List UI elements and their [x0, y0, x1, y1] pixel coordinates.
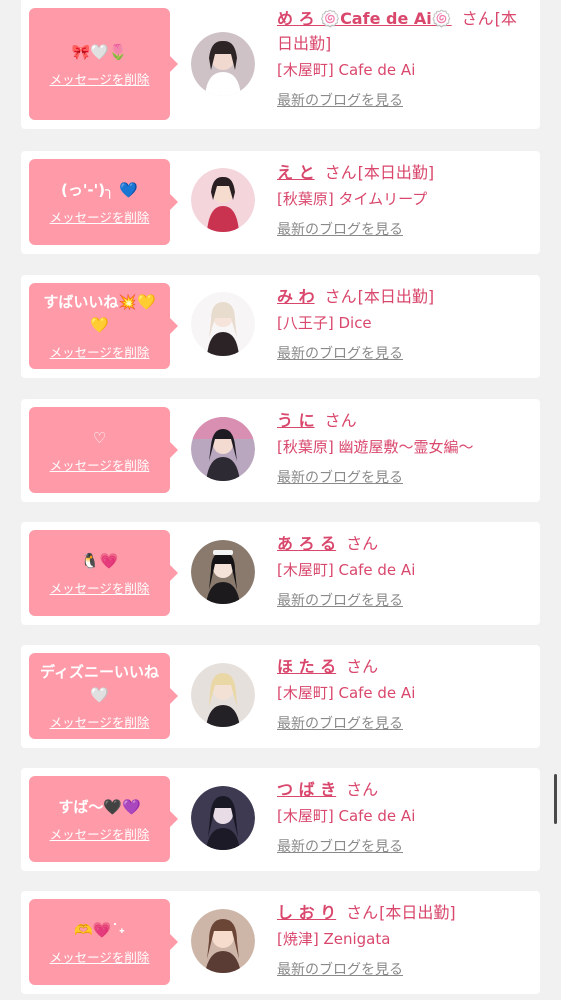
avatar[interactable] [191, 663, 255, 727]
latest-blog-link[interactable]: 最新のブログを見る [277, 836, 532, 856]
message-bubble: 🐧💗 メッセージを削除 [29, 530, 178, 616]
latest-blog-link[interactable]: 最新のブログを見る [277, 467, 532, 487]
delete-message-link[interactable]: メッセージを削除 [50, 342, 150, 361]
cast-name-link[interactable]: め ろ 🍥Cafe de Ai🍥 [277, 9, 452, 28]
shop-place: [木屋町] Cafe de Ai [277, 807, 416, 825]
shop-place: [木屋町] Cafe de Ai [277, 61, 416, 79]
shop-place: [焼津] Zenigata [277, 930, 391, 948]
favorite-card: 🎀🤍🌷 メッセージを削除 め ろ 🍥Cafe de Ai🍥 さん[本日出勤] [木… [21, 0, 540, 129]
favorite-card: すば〜🖤💜 メッセージを削除 つ ば きさん [木屋町] Cafe de Ai … [21, 768, 540, 871]
favorite-card: ディズニーいいね🤍 メッセージを削除 ほ た るさん [木屋町] Cafe de… [21, 645, 540, 748]
latest-blog-link[interactable]: 最新のブログを見る [277, 219, 532, 239]
message-bubble: (っ'-')╮ 💙 メッセージを削除 [29, 159, 178, 245]
latest-blog-link[interactable]: 最新のブログを見る [277, 590, 532, 610]
message-bubble: 🫶💗˙˖ メッセージを削除 [29, 899, 178, 985]
honorific: さん [346, 780, 379, 799]
status-text: [本日出勤] [357, 287, 435, 306]
cast-name-link[interactable]: し お り [277, 903, 336, 922]
message-text: ディズニーいいね🤍 [40, 663, 159, 704]
shop-place: [秋葉原] 幽遊屋敷〜霊女編〜 [277, 438, 474, 456]
delete-message-link[interactable]: メッセージを削除 [50, 712, 150, 731]
latest-blog-link[interactable]: 最新のブログを見る [277, 713, 532, 733]
message-text: 🐧💗 [80, 551, 119, 570]
cast-name-link[interactable]: え と [277, 163, 315, 182]
delete-message-link[interactable]: メッセージを削除 [50, 824, 150, 843]
delete-message-link[interactable]: メッセージを削除 [50, 207, 150, 226]
cast-name-link[interactable]: み わ [277, 287, 315, 306]
latest-blog-link[interactable]: 最新のブログを見る [277, 343, 532, 363]
shop-place: [木屋町] Cafe de Ai [277, 561, 416, 579]
delete-message-link[interactable]: メッセージを削除 [50, 455, 150, 474]
avatar[interactable] [191, 786, 255, 850]
cast-name-link[interactable]: あ ろ る [277, 534, 336, 553]
favorite-card: 🫶💗˙˖ メッセージを削除 し お りさん[本日出勤] [焼津] Zenigat… [21, 891, 540, 994]
cast-name-link[interactable]: う に [277, 411, 315, 430]
honorific: さん [324, 163, 357, 182]
message-text: ♡ [92, 428, 107, 447]
honorific: さん [346, 657, 379, 676]
message-text: 🫶💗˙˖ [73, 920, 126, 939]
shop-place: [八王子] Dice [277, 314, 372, 332]
honorific: さん [346, 534, 379, 553]
delete-message-link[interactable]: メッセージを削除 [50, 947, 150, 966]
honorific: さん [346, 903, 379, 922]
avatar[interactable] [191, 168, 255, 232]
message-bubble: 🎀🤍🌷 メッセージを削除 [29, 8, 178, 120]
shop-place: [木屋町] Cafe de Ai [277, 684, 416, 702]
honorific: さん [324, 287, 357, 306]
avatar[interactable] [191, 417, 255, 481]
avatar[interactable] [191, 32, 255, 96]
status-text: [本日出勤] [357, 163, 435, 182]
favorite-card: すばいいね💥💛💛 メッセージを削除 み わさん[本日出勤] [八王子] Dice… [21, 275, 540, 378]
honorific: さん [324, 411, 357, 430]
cast-name-link[interactable]: ほ た る [277, 657, 336, 676]
avatar[interactable] [191, 292, 255, 356]
message-bubble: ♡ メッセージを削除 [29, 407, 178, 493]
favorite-card: (っ'-')╮ 💙 メッセージを削除 え とさん[本日出勤] [秋葉原] タイム… [21, 151, 540, 254]
avatar[interactable] [191, 540, 255, 604]
shop-place: [秋葉原] タイムリープ [277, 190, 428, 208]
favorite-card: ♡ メッセージを削除 う にさん [秋葉原] 幽遊屋敷〜霊女編〜 最新のブログを… [21, 399, 540, 502]
message-text: 🎀🤍🌷 [71, 42, 128, 61]
message-bubble: すば〜🖤💜 メッセージを削除 [29, 776, 178, 862]
latest-blog-link[interactable]: 最新のブログを見る [277, 90, 532, 110]
message-text: すばいいね💥💛💛 [43, 293, 156, 334]
scrollbar-thumb[interactable] [554, 774, 557, 824]
status-text: [本日出勤] [379, 903, 456, 922]
avatar[interactable] [191, 909, 255, 973]
message-bubble: ディズニーいいね🤍 メッセージを削除 [29, 653, 178, 739]
favorites-list: 🎀🤍🌷 メッセージを削除 め ろ 🍥Cafe de Ai🍥 さん[本日出勤] [木… [0, 0, 561, 1000]
latest-blog-link[interactable]: 最新のブログを見る [277, 959, 532, 979]
delete-message-link[interactable]: メッセージを削除 [50, 578, 150, 597]
cast-name-link[interactable]: つ ば き [277, 780, 336, 799]
favorite-card: 🐧💗 メッセージを削除 あ ろ るさん [木屋町] Cafe de Ai 最新の… [21, 522, 540, 625]
honorific: さん [461, 9, 494, 28]
message-text: (っ'-')╮ 💙 [60, 180, 139, 199]
message-text: すば〜🖤💜 [58, 797, 141, 816]
delete-message-link[interactable]: メッセージを削除 [50, 69, 150, 88]
message-bubble: すばいいね💥💛💛 メッセージを削除 [29, 283, 178, 369]
